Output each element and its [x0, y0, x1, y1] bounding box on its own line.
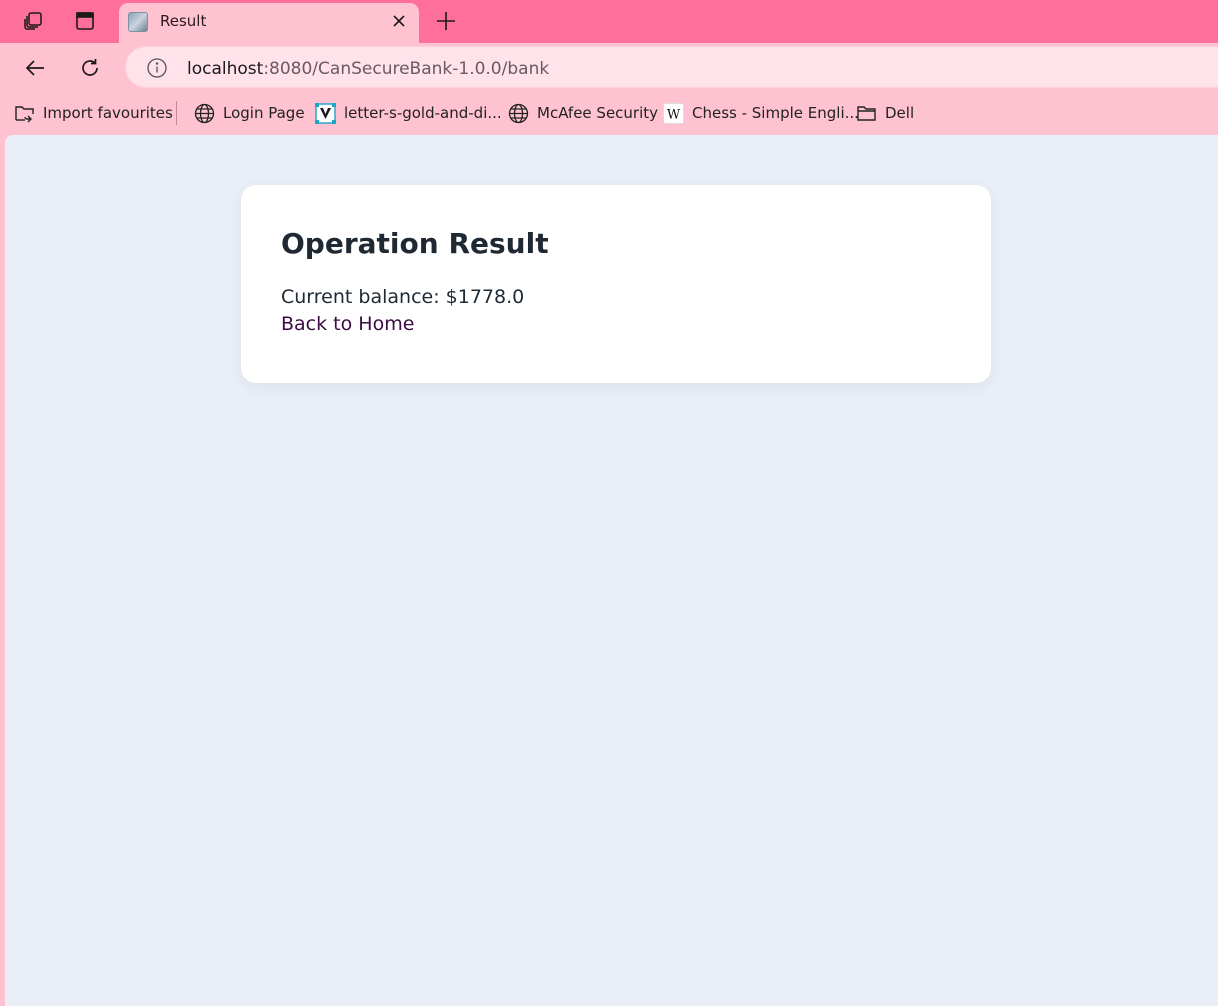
bookmark-label: McAfee Security	[537, 104, 659, 122]
globe-icon	[508, 103, 529, 123]
bookmark-import-favourites[interactable]: Import favourites	[14, 101, 173, 125]
browser-window: Result localhost:8080/CanSecureBank-1.0.…	[0, 0, 1218, 1006]
bookmark-login-page[interactable]: Login Page	[194, 101, 305, 125]
svg-text:W: W	[667, 107, 681, 122]
page-viewport: Operation Result Current balance: $1778.…	[5, 135, 1218, 1006]
wikipedia-icon: W	[663, 102, 684, 124]
page-title: Operation Result	[281, 227, 549, 260]
tab-actions-button[interactable]	[69, 6, 101, 36]
info-icon[interactable]	[146, 57, 168, 79]
bookmark-label: Dell	[885, 104, 915, 122]
address-bar[interactable]: localhost:8080/CanSecureBank-1.0.0/bank	[125, 46, 1218, 88]
bookmark-label: Chess - Simple Engli...	[692, 104, 859, 122]
back-button[interactable]	[18, 51, 52, 85]
workspaces-icon	[24, 12, 42, 30]
bookmark-label: Login Page	[223, 104, 305, 122]
folder-icon	[857, 105, 876, 121]
toolbar: localhost:8080/CanSecureBank-1.0.0/bank	[0, 43, 1218, 91]
result-card: Operation Result Current balance: $1778.…	[241, 185, 991, 383]
bookmark-dell[interactable]: Dell	[856, 101, 914, 125]
bookmark-letter-s-gold[interactable]: letter-s-gold-and-di...	[315, 101, 502, 125]
new-tab-button[interactable]	[430, 6, 462, 36]
bookmarks-bar: Import favourites Login Page letter-s-go…	[0, 91, 1218, 135]
import-icon	[15, 105, 34, 122]
tab-close-button[interactable]	[387, 9, 411, 33]
bookmark-label: letter-s-gold-and-di...	[344, 104, 502, 122]
globe-icon	[194, 103, 215, 123]
refresh-icon	[82, 59, 98, 76]
arrow-left-icon	[25, 60, 44, 76]
plus-icon	[437, 12, 455, 30]
bookmark-chess[interactable]: W Chess - Simple Engli...	[663, 101, 859, 125]
tab-strip: Result	[0, 0, 1218, 43]
close-icon	[393, 15, 405, 27]
bookmark-mcafee-security[interactable]: McAfee Security	[508, 101, 658, 125]
page-favicon-icon	[128, 12, 148, 32]
tab-title: Result	[160, 12, 207, 30]
url-path: :8080/CanSecureBank-1.0.0/bank	[263, 59, 550, 79]
url-host: localhost	[187, 59, 264, 79]
bookmarks-separator	[176, 101, 177, 125]
refresh-button[interactable]	[73, 51, 107, 85]
url-text[interactable]: localhost:8080/CanSecureBank-1.0.0/bank	[187, 59, 549, 79]
tab-result[interactable]: Result	[119, 3, 419, 43]
tab-actions-icon	[76, 12, 94, 30]
bookmark-label: Import favourites	[43, 104, 173, 122]
workspaces-button[interactable]	[17, 6, 49, 36]
balance-text: Current balance: $1778.0	[281, 286, 525, 308]
back-to-home-link[interactable]: Back to Home	[281, 310, 414, 338]
v-logo-icon	[315, 102, 336, 124]
